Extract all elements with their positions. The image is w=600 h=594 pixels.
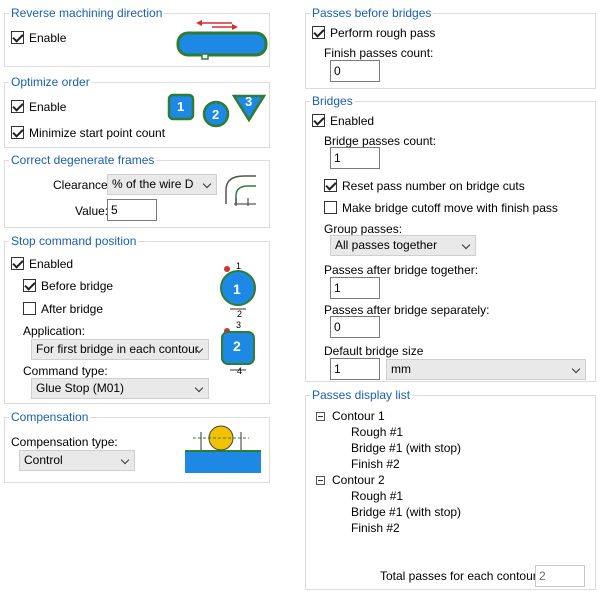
stop-diagram-num-4: 3	[236, 320, 242, 330]
degenerate-frames-title: Correct degenerate frames	[9, 153, 157, 167]
passes-separately-label: Passes after bridge separately:	[324, 303, 490, 317]
bridges-enabled-label: Enabled	[330, 114, 375, 128]
after-bridge-label: After bridge	[41, 302, 104, 316]
order-badge-2: 2	[212, 107, 220, 122]
bridges-title: Bridges	[310, 94, 355, 108]
application-value: For first bridge in each contour	[36, 342, 199, 356]
finish-count-input[interactable]: 0	[330, 60, 380, 82]
bridge-count-label: Bridge passes count:	[324, 134, 437, 148]
order-badge-1: 1	[177, 99, 185, 114]
optimize-order-title: Optimize order	[9, 75, 92, 89]
chevron-down-icon	[194, 383, 204, 393]
bridges-enabled-checkbox[interactable]	[312, 114, 325, 127]
passes-separately-input[interactable]: 0	[330, 316, 380, 338]
clearance-dropdown[interactable]: % of the wire D	[107, 174, 217, 195]
value-label: Value:	[75, 204, 109, 218]
rough-pass-checkbox[interactable]	[312, 26, 325, 39]
cutoff-finish-label: Make bridge cutoff move with finish pass	[342, 201, 558, 215]
bridge-size-input[interactable]: 1	[330, 358, 380, 380]
reverse-enable-label: Enable	[29, 31, 67, 45]
cutoff-finish-checkbox[interactable]	[324, 201, 337, 214]
compensation-type-label: Compensation type:	[11, 435, 118, 449]
tree-item[interactable]: Bridge #1 (with stop)	[351, 504, 461, 520]
collapse-icon[interactable]	[316, 412, 325, 421]
passes-display-group: Passes display list	[305, 388, 596, 590]
tree-item[interactable]: Finish #2	[351, 520, 400, 536]
minimize-start-label: Minimize start point count	[29, 126, 166, 140]
reset-pass-checkbox[interactable]	[324, 179, 337, 192]
compensation-type-dropdown[interactable]: Control	[19, 450, 135, 471]
tree-item[interactable]: Bridge #1 (with stop)	[351, 440, 461, 456]
reverse-direction-title: Reverse machining direction	[9, 6, 165, 20]
compensation-type-value: Control	[24, 453, 63, 467]
reverse-direction-icon	[176, 20, 268, 60]
clearance-value: % of the wire D	[112, 177, 194, 191]
passes-together-input[interactable]: 1	[330, 277, 380, 299]
rough-pass-label: Perform rough pass	[330, 26, 436, 40]
before-bridge-label: Before bridge	[41, 279, 114, 293]
tree-contour-1[interactable]: Contour 1	[332, 408, 385, 424]
group-passes-value: All passes together	[335, 238, 438, 252]
application-dropdown[interactable]: For first bridge in each contour	[31, 339, 209, 360]
stop-diagram-num-5: 2	[233, 338, 241, 354]
tree-item[interactable]: Rough #1	[351, 424, 403, 440]
clearance-value-input[interactable]: 5	[107, 199, 157, 221]
passes-together-label: Passes after bridge together:	[324, 263, 479, 277]
stop-enabled-checkbox[interactable]	[11, 257, 24, 270]
stop-command-title: Stop command position	[9, 234, 139, 248]
command-type-dropdown[interactable]: Glue Stop (M01)	[31, 378, 209, 399]
compensation-diagram-icon	[185, 425, 261, 473]
bridge-size-label: Default bridge size	[324, 344, 424, 358]
tree-contour-2[interactable]: Contour 2	[332, 472, 385, 488]
finish-count-label: Finish passes count:	[324, 46, 434, 60]
bridge-size-unit-value: mm	[391, 362, 411, 376]
stop-diagram-num-1: 1	[236, 261, 242, 271]
reverse-enable-checkbox[interactable]	[11, 31, 24, 44]
reset-pass-label: Reset pass number on bridge cuts	[342, 179, 525, 193]
bridge-size-unit-dropdown[interactable]: mm	[386, 359, 586, 380]
passes-before-title: Passes before bridges	[310, 6, 434, 20]
after-bridge-checkbox[interactable]	[23, 302, 36, 315]
chevron-down-icon	[461, 240, 471, 250]
tree-item[interactable]: Rough #1	[351, 488, 403, 504]
chevron-down-icon	[120, 455, 130, 465]
passes-display-title: Passes display list	[310, 388, 413, 402]
group-passes-label: Group passes:	[324, 222, 403, 236]
application-label: Application:	[23, 324, 86, 338]
before-bridge-checkbox[interactable]	[23, 279, 36, 292]
total-passes-label: Total passes for each contour:	[380, 569, 541, 583]
total-passes-input: 2	[535, 565, 585, 587]
compensation-title: Compensation	[9, 410, 91, 424]
optimize-enable-checkbox[interactable]	[11, 100, 24, 113]
stop-diagram-num-6: 4	[237, 366, 243, 376]
stop-diagram-num-2: 1	[233, 281, 241, 297]
group-passes-dropdown[interactable]: All passes together	[330, 235, 476, 256]
clearance-label: Clearance:	[53, 178, 112, 192]
stop-enabled-label: Enabled	[29, 257, 74, 271]
chevron-down-icon	[571, 364, 581, 374]
tree-item[interactable]: Finish #2	[351, 456, 400, 472]
corner-clearance-icon	[225, 175, 256, 206]
order-badge-3: 3	[245, 94, 253, 109]
bridge-count-input[interactable]: 1	[330, 147, 380, 169]
command-type-label: Command type:	[23, 364, 108, 378]
collapse-icon[interactable]	[316, 476, 325, 485]
chevron-down-icon	[202, 179, 212, 189]
command-type-value: Glue Stop (M01)	[36, 381, 125, 395]
optimize-enable-label: Enable	[29, 100, 67, 114]
minimize-start-checkbox[interactable]	[11, 126, 24, 139]
